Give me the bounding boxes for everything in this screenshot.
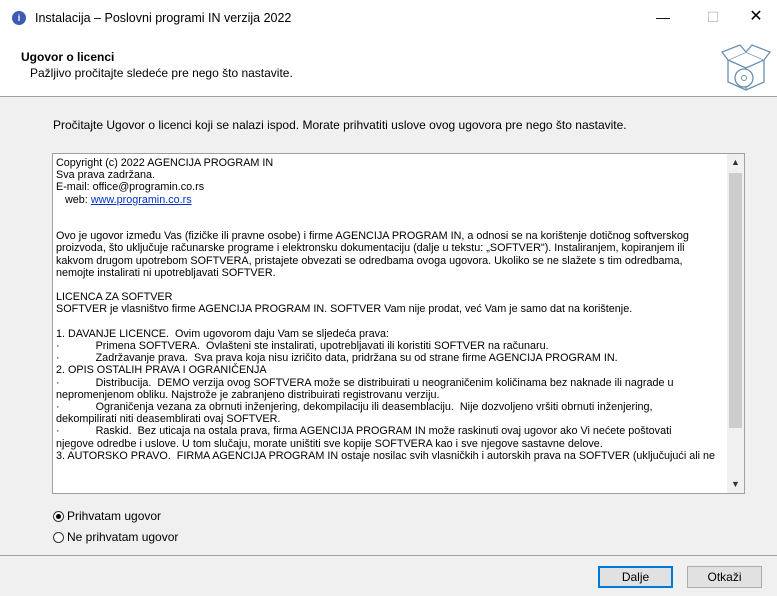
installer-app-icon: i xyxy=(12,11,26,25)
reject-radio[interactable] xyxy=(53,531,64,543)
license-text-body: Ovo je ugovor između Vas (fizičke ili pr… xyxy=(56,230,716,462)
maximize-button[interactable]: ☐ xyxy=(690,0,736,34)
reject-label[interactable]: Ne prihvatam ugovor xyxy=(67,530,178,544)
close-button[interactable]: ✕ xyxy=(733,0,777,34)
scroll-down-arrow-icon[interactable]: ▼ xyxy=(727,476,744,493)
title-bar: i Instalacija – Poslovni programi IN ver… xyxy=(0,0,777,38)
next-button[interactable]: Dalje xyxy=(598,566,673,588)
scrollbar-thumb[interactable] xyxy=(729,173,742,428)
window-title: Instalacija – Poslovni programi IN verzi… xyxy=(35,11,292,25)
footer-divider xyxy=(0,555,777,556)
minimize-button[interactable]: — xyxy=(640,0,686,34)
reject-agreement-option[interactable]: Ne prihvatam ugovor xyxy=(53,530,178,544)
license-scrollbar[interactable]: ▲ ▼ xyxy=(727,154,744,493)
instruction-text: Pročitajte Ugovor o licenci koji se nala… xyxy=(53,118,627,132)
license-text-area[interactable]: Copyright (c) 2022 AGENCIJA PROGRAM IN S… xyxy=(52,153,745,494)
license-text: Copyright (c) 2022 AGENCIJA PROGRAM IN S… xyxy=(56,157,726,462)
accept-agreement-option[interactable]: Prihvatam ugovor xyxy=(53,509,161,523)
wizard-header: Ugovor o licenci Pažljivo pročitajte sle… xyxy=(0,38,777,97)
page-title: Ugovor o licenci xyxy=(21,50,115,64)
scroll-up-arrow-icon[interactable]: ▲ xyxy=(727,154,744,171)
cancel-button[interactable]: Otkaži xyxy=(687,566,762,588)
accept-radio[interactable] xyxy=(53,510,64,522)
page-subtitle: Pažljivo pročitajte sledeće pre nego što… xyxy=(30,66,293,80)
accept-label[interactable]: Prihvatam ugovor xyxy=(67,509,161,523)
website-link[interactable]: www.programin.co.rs xyxy=(91,194,192,206)
software-box-icon xyxy=(720,44,772,91)
